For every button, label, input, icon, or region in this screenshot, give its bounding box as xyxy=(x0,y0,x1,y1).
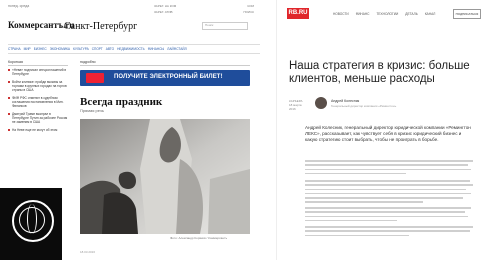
rb-nav: НОВОСТИ ФИНАНС ТЕХНОЛОГИИ ДЕТАЛЬ КАНАЛ xyxy=(333,12,435,16)
subscribe-button[interactable]: ПОДПИСАТЬСЯ xyxy=(453,9,481,19)
news-list: «Нева» подписал спецсоглашений в Петербу… xyxy=(8,68,68,136)
news-item[interactable]: ФИФ РФС отменит в судебном соглашения по… xyxy=(8,96,68,108)
article-photo xyxy=(80,119,250,234)
nav-item[interactable]: АВТО xyxy=(106,47,114,51)
news-item[interactable]: Дмитрий Трамп выиграл в Петербурге Путин… xyxy=(8,112,68,124)
bullet-icon xyxy=(8,129,10,131)
nav-item[interactable]: ЭКОНОМИКА xyxy=(50,47,70,51)
emblem-racket xyxy=(27,204,37,234)
ticket-icon xyxy=(86,73,104,83)
nav-item[interactable]: ТЕХНОЛОГИИ xyxy=(376,12,398,16)
nav-item[interactable]: НЕДВИЖИМОСТЬ xyxy=(117,47,145,51)
news-text: «Нева» подписал спецсоглашений в Петербу… xyxy=(12,68,67,76)
search-input[interactable]: Поиск xyxy=(202,22,248,30)
news-item[interactable]: На Неве еще не могут об этом xyxy=(8,128,68,132)
top-link[interactable]: ПОИСК xyxy=(243,10,254,14)
rb-logo[interactable]: RB.RU xyxy=(287,8,309,19)
news-text: Войти клинике: пройди вызовы за торгами … xyxy=(12,80,67,92)
article-rubric: Прямая речь xyxy=(80,108,104,113)
logo-text: Коммерсантъ xyxy=(8,20,64,30)
bullet-icon xyxy=(8,97,10,99)
author-avatar[interactable] xyxy=(315,97,327,109)
nav-item[interactable]: СТРАНА xyxy=(8,47,21,51)
top-link[interactable]: ЗАРЕГ. НА КОМ xyxy=(154,4,176,8)
news-text: Дмитрий Трамп выиграл в Петербурге Путин… xyxy=(12,112,68,124)
statue-photo-illustration xyxy=(80,119,250,234)
bullet-icon xyxy=(8,81,10,83)
article-lead: Андрей Колесник, генеральный директор юр… xyxy=(305,125,471,142)
body-paragraph xyxy=(305,180,473,206)
nav-item[interactable]: ФИНАНСЫ xyxy=(148,47,165,51)
author-role: Генеральный директор компании «Ремингтон… xyxy=(331,104,397,108)
news-text: На Неве еще не могут об этом xyxy=(12,128,58,132)
body-paragraph xyxy=(305,226,473,239)
photo-caption: Фото: Александр Коряков / Коммерсантъ xyxy=(170,236,228,240)
tennis-emblem-image xyxy=(0,188,62,260)
nav-item[interactable]: МИР xyxy=(24,47,31,51)
nav-item[interactable]: ФИНАНС xyxy=(356,12,370,16)
news-text: ФИФ РФС отменит в судебном соглашения по… xyxy=(12,96,64,108)
section-heading-news: Короткая xyxy=(8,60,68,66)
article-date: 18.03.2016 xyxy=(80,250,96,254)
section-heading-main: подробно xyxy=(80,60,250,66)
city-title: Санкт-Петербург xyxy=(64,21,138,32)
nav-item[interactable]: БИЗНЕС xyxy=(34,47,47,51)
main-nav: СТРАНА МИР БИЗНЕС ЭКОНОМИКА КУЛЬТУРА СПО… xyxy=(8,44,260,54)
top-date: понед. среда xyxy=(8,4,30,8)
body-paragraph xyxy=(305,160,473,177)
bullet-icon xyxy=(8,113,10,115)
bullet-icon xyxy=(8,69,10,71)
top-link[interactable]: ЗАРЕГ. АТИВ xyxy=(154,10,173,14)
kommersant-page: понед. среда ЗАРЕГ. НА КОМ КОМ ЗАРЕГ. АТ… xyxy=(0,0,268,260)
nav-item[interactable]: НОВОСТИ xyxy=(333,12,349,16)
top-link[interactable]: КОМ xyxy=(247,4,254,8)
body-paragraph xyxy=(305,207,473,224)
banner-text: ПОЛУЧИТЕ ЭЛЕКТРОННЫЙ БИЛЕТ! xyxy=(114,74,223,80)
article-title[interactable]: Всегда праздник xyxy=(80,96,162,108)
nav-item[interactable]: ЛАЙФСТАЙЛ xyxy=(167,47,186,51)
article-meta: КАРЬЕРА 18 марта 2016 xyxy=(289,99,309,111)
top-links: ЗАРЕГ. НА КОМ КОМ ЗАРЕГ. АТИВ ПОИСК xyxy=(154,4,254,16)
news-item[interactable]: Войти клинике: пройди вызовы за торгами … xyxy=(8,80,68,92)
article-headline: Наша стратегия в кризис: больше клиентов… xyxy=(289,60,470,85)
news-item[interactable]: «Нева» подписал спецсоглашений в Петербу… xyxy=(8,68,68,76)
nav-item[interactable]: СПОРТ xyxy=(92,47,103,51)
ticket-banner[interactable]: ПОЛУЧИТЕ ЭЛЕКТРОННЫЙ БИЛЕТ! xyxy=(80,70,250,86)
rb-ru-page: RB.RU НОВОСТИ ФИНАНС ТЕХНОЛОГИИ ДЕТАЛЬ К… xyxy=(276,0,483,260)
nav-item[interactable]: ДЕТАЛЬ xyxy=(405,12,418,16)
nav-item[interactable]: КУЛЬТУРА xyxy=(73,47,89,51)
nav-item[interactable]: КАНАЛ xyxy=(425,12,436,16)
meta-date: 18 марта 2016 xyxy=(289,103,302,111)
author-name[interactable]: Андрей Колесник xyxy=(331,99,359,103)
